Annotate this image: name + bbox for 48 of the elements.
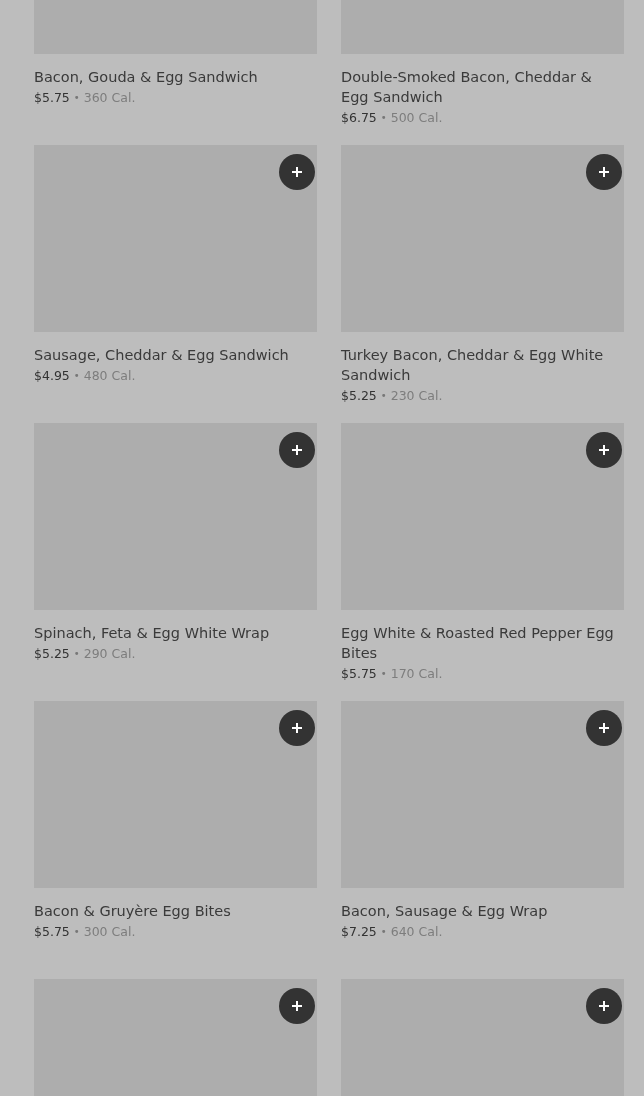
plus-icon [598, 722, 610, 734]
item-calories: 360 Cal. [83, 90, 136, 106]
item-price: $7.25 [341, 924, 377, 940]
item-name: Sausage, Cheddar & Egg Sandwich [34, 346, 290, 365]
item-price: $5.25 [34, 646, 70, 662]
plus-icon [291, 444, 303, 456]
item-name: Spinach, Feta & Egg White Wrap [34, 624, 271, 643]
item-price: $5.75 [341, 666, 377, 682]
item-calories: 500 Cal. [390, 110, 443, 126]
add-button[interactable] [279, 154, 315, 190]
plus-icon [598, 444, 610, 456]
plus-icon [291, 722, 303, 734]
item-price: $4.95 [34, 368, 70, 384]
separator: • [73, 91, 80, 105]
add-button[interactable] [586, 710, 622, 746]
add-button[interactable] [586, 988, 622, 1024]
item-calories: 230 Cal. [390, 388, 443, 404]
plus-icon [291, 166, 303, 178]
item-price: $5.25 [341, 388, 377, 404]
separator: • [380, 925, 387, 939]
separator: • [73, 925, 80, 939]
add-button[interactable] [586, 432, 622, 468]
item-calories: 170 Cal. [390, 666, 443, 682]
separator: • [73, 647, 80, 661]
item-name: Bacon, Sausage & Egg Wrap [341, 902, 549, 921]
add-button[interactable] [586, 154, 622, 190]
item-calories: 480 Cal. [83, 368, 136, 384]
item-calories: 300 Cal. [83, 924, 136, 940]
item-price: $6.75 [341, 110, 377, 126]
add-button[interactable] [279, 988, 315, 1024]
item-calories: 290 Cal. [83, 646, 136, 662]
item-name: Double-Smoked Bacon, Cheddar & Egg Sandwich [341, 68, 593, 107]
item-name: Bacon, Gouda & Egg Sandwich [34, 68, 259, 87]
item-price: $5.75 [34, 90, 70, 106]
plus-icon [291, 1000, 303, 1012]
separator: • [380, 667, 387, 681]
separator: • [73, 369, 80, 383]
add-button[interactable] [279, 432, 315, 468]
item-price: $5.75 [34, 924, 70, 940]
plus-icon [598, 166, 610, 178]
add-button[interactable] [279, 710, 315, 746]
separator: • [380, 389, 387, 403]
separator: • [380, 111, 387, 125]
plus-icon [598, 1000, 610, 1012]
item-name: Bacon & Gruyère Egg Bites [34, 902, 232, 921]
item-calories: 640 Cal. [390, 924, 443, 940]
item-name: Egg White & Roasted Red Pepper Egg Bites [341, 624, 615, 663]
item-name: Turkey Bacon, Cheddar & Egg White Sandwich [341, 346, 605, 385]
